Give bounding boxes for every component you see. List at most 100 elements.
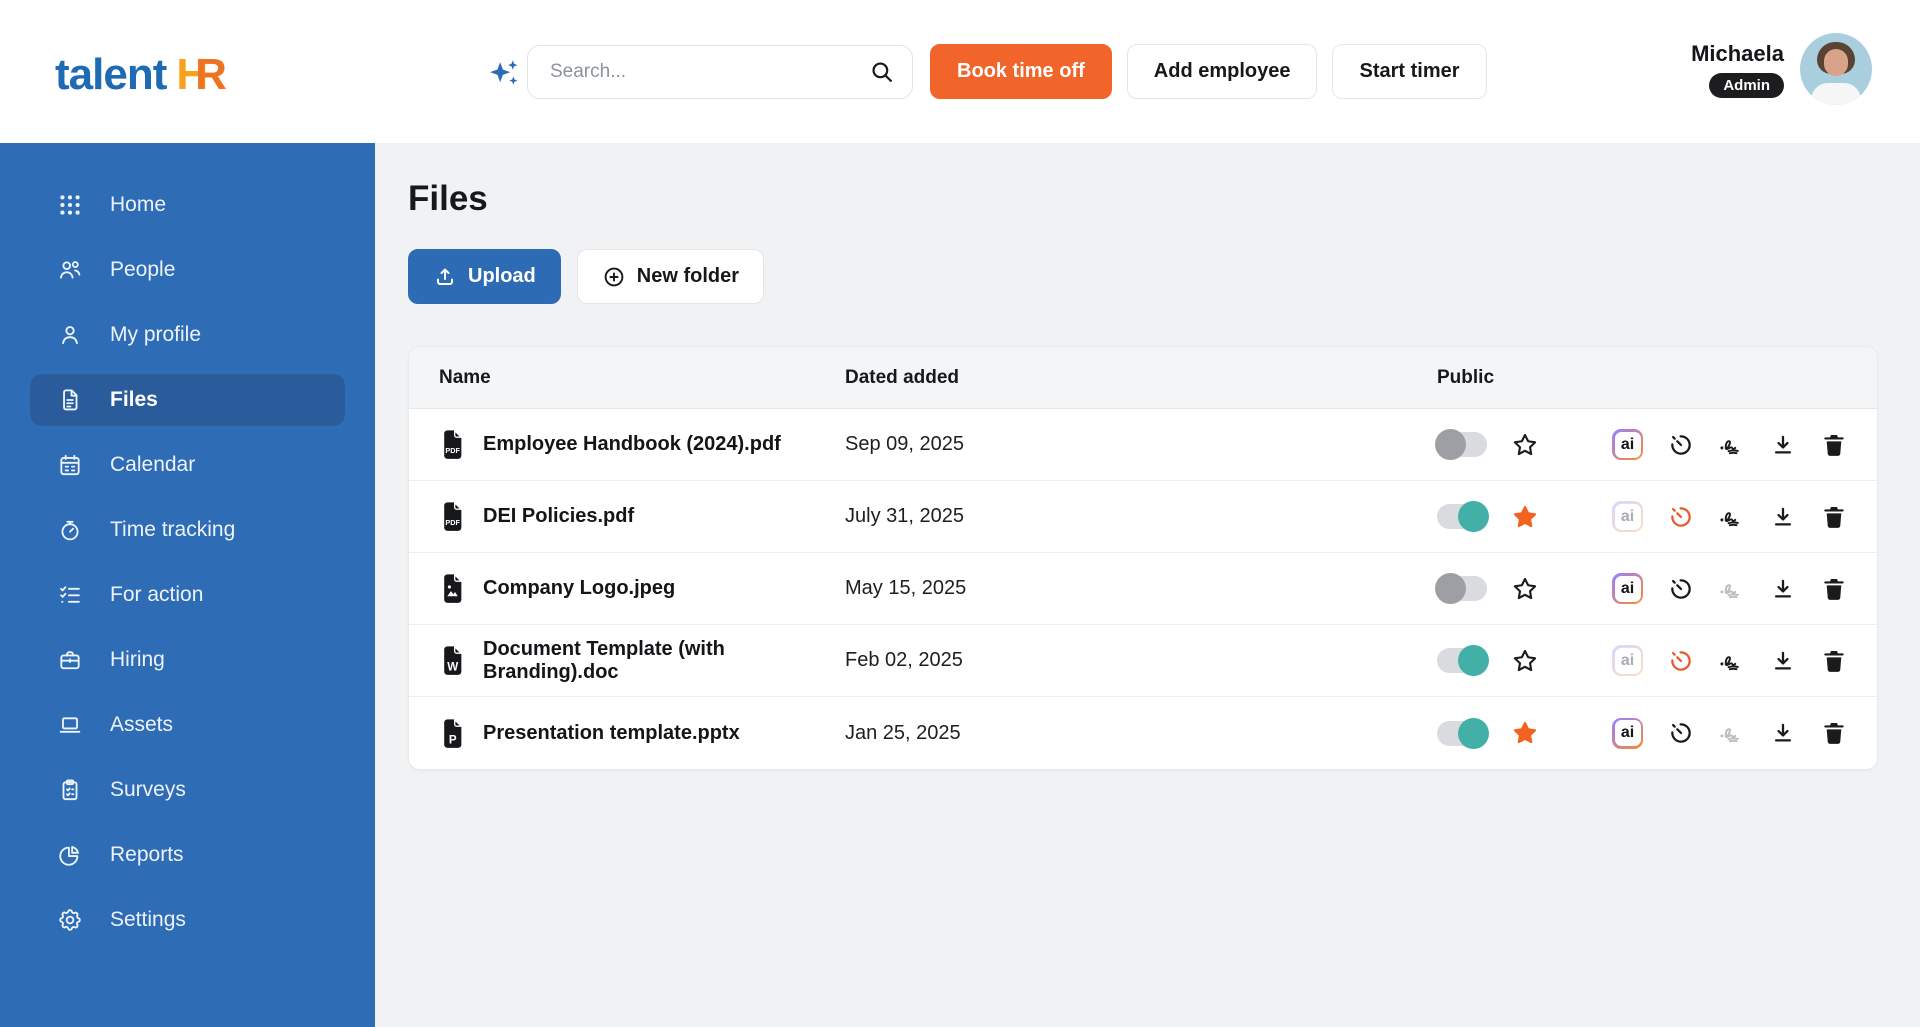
sidebar-item-my-profile[interactable]: My profile — [30, 309, 345, 361]
public-toggle[interactable] — [1437, 504, 1487, 529]
sidebar-item-calendar[interactable]: Calendar — [30, 439, 345, 491]
trash-icon[interactable] — [1821, 720, 1847, 746]
sidebar-item-reports[interactable]: Reports — [30, 829, 345, 881]
file-name[interactable]: Document Template (with Branding).doc — [483, 638, 845, 684]
search-icon[interactable] — [869, 59, 895, 85]
brand-logo-talent: talent — [55, 50, 166, 99]
row-actions: ai — [1612, 501, 1847, 532]
history-icon[interactable] — [1668, 576, 1694, 602]
sidebar-item-assets[interactable]: Assets — [30, 699, 345, 751]
surveys-icon — [57, 777, 83, 803]
ai-icon[interactable]: ai — [1612, 718, 1643, 749]
new-folder-label: New folder — [637, 265, 739, 288]
toggle-knob — [1458, 501, 1489, 532]
signature-icon[interactable] — [1719, 504, 1745, 530]
public-toggle[interactable] — [1437, 648, 1487, 673]
main-content: Files Upload New folder Name Dated added… — [375, 143, 1920, 1027]
ai-icon[interactable]: ai — [1612, 645, 1643, 676]
file-date: May 15, 2025 — [845, 577, 1437, 600]
sparkles-icon[interactable] — [487, 57, 521, 91]
sidebar-item-label: Settings — [110, 908, 186, 932]
file-name[interactable]: Presentation template.pptx — [483, 722, 740, 745]
sidebar-item-hiring[interactable]: Hiring — [30, 634, 345, 686]
reports-icon — [57, 842, 83, 868]
signature-icon[interactable] — [1719, 576, 1745, 602]
file-name[interactable]: DEI Policies.pdf — [483, 505, 634, 528]
download-icon[interactable] — [1770, 504, 1796, 530]
table-row: W Document Template (with Branding).doc … — [409, 625, 1877, 697]
public-cell: ai — [1437, 429, 1847, 460]
sidebar-nav: Home People My profile Files Calendar Ti… — [0, 143, 375, 1027]
search-bar — [527, 45, 913, 99]
sidebar-item-label: Assets — [110, 713, 173, 737]
trash-icon[interactable] — [1821, 648, 1847, 674]
start-timer-button[interactable]: Start timer — [1332, 44, 1486, 99]
sidebar-item-label: Calendar — [110, 453, 195, 477]
search-input[interactable] — [527, 45, 913, 99]
file-date: Sep 09, 2025 — [845, 433, 1437, 456]
avatar-shirt — [1811, 83, 1861, 105]
user-name: Michaela — [1691, 41, 1784, 67]
toggle-knob — [1458, 645, 1489, 676]
file-type-icon: PDF — [439, 429, 466, 460]
header-actions: Book time off Add employee Start timer — [930, 44, 1487, 99]
download-icon[interactable] — [1770, 720, 1796, 746]
file-name[interactable]: Employee Handbook (2024).pdf — [483, 433, 781, 456]
signature-icon[interactable] — [1719, 648, 1745, 674]
file-date: July 31, 2025 — [845, 505, 1437, 528]
column-header-date-added: Dated added — [845, 367, 1437, 389]
favorite-star-icon[interactable] — [1511, 431, 1539, 459]
favorite-star-icon[interactable] — [1511, 719, 1539, 747]
upload-button[interactable]: Upload — [408, 249, 561, 304]
favorite-star-icon[interactable] — [1511, 503, 1539, 531]
public-cell: ai — [1437, 573, 1847, 604]
sidebar-item-home[interactable]: Home — [30, 179, 345, 231]
sidebar-item-for-action[interactable]: For action — [30, 569, 345, 621]
sidebar-item-settings[interactable]: Settings — [30, 894, 345, 946]
trash-icon[interactable] — [1821, 504, 1847, 530]
public-toggle[interactable] — [1437, 432, 1487, 457]
add-employee-button[interactable]: Add employee — [1127, 44, 1318, 99]
file-name[interactable]: Company Logo.jpeg — [483, 577, 675, 600]
svg-text:PDF: PDF — [445, 446, 460, 455]
trash-icon[interactable] — [1821, 432, 1847, 458]
history-icon[interactable] — [1668, 648, 1694, 674]
upload-icon — [433, 265, 457, 289]
name-cell: W Document Template (with Branding).doc — [439, 638, 845, 684]
download-icon[interactable] — [1770, 648, 1796, 674]
sidebar-item-files[interactable]: Files — [30, 374, 345, 426]
time-icon — [57, 517, 83, 543]
ai-icon[interactable]: ai — [1612, 429, 1643, 460]
new-folder-button[interactable]: New folder — [577, 249, 764, 304]
ai-icon[interactable]: ai — [1612, 501, 1643, 532]
table-row: PDF DEI Policies.pdf July 31, 2025 ai — [409, 481, 1877, 553]
history-icon[interactable] — [1668, 504, 1694, 530]
sidebar-item-people[interactable]: People — [30, 244, 345, 296]
book-time-off-button[interactable]: Book time off — [930, 44, 1112, 99]
ai-icon[interactable]: ai — [1612, 573, 1643, 604]
signature-icon[interactable] — [1719, 432, 1745, 458]
sidebar-item-surveys[interactable]: Surveys — [30, 764, 345, 816]
user-meta: Michaela Admin — [1691, 41, 1784, 98]
file-type-icon: P — [439, 718, 466, 749]
svg-text:PDF: PDF — [445, 518, 460, 527]
sidebar-item-label: Files — [110, 388, 158, 412]
favorite-star-icon[interactable] — [1511, 647, 1539, 675]
public-toggle[interactable] — [1437, 721, 1487, 746]
sidebar-item-time-tracking[interactable]: Time tracking — [30, 504, 345, 556]
download-icon[interactable] — [1770, 432, 1796, 458]
favorite-star-icon[interactable] — [1511, 575, 1539, 603]
brand-logo[interactable]: talentHR — [55, 50, 226, 100]
history-icon[interactable] — [1668, 720, 1694, 746]
download-icon[interactable] — [1770, 576, 1796, 602]
signature-icon[interactable] — [1719, 720, 1745, 746]
avatar[interactable] — [1800, 33, 1872, 105]
row-actions: ai — [1612, 573, 1847, 604]
people-icon — [57, 257, 83, 283]
trash-icon[interactable] — [1821, 576, 1847, 602]
history-icon[interactable] — [1668, 432, 1694, 458]
name-cell: PDF Employee Handbook (2024).pdf — [439, 429, 845, 460]
public-toggle[interactable] — [1437, 576, 1487, 601]
file-type-icon — [439, 573, 466, 604]
avatar-face — [1824, 49, 1848, 76]
